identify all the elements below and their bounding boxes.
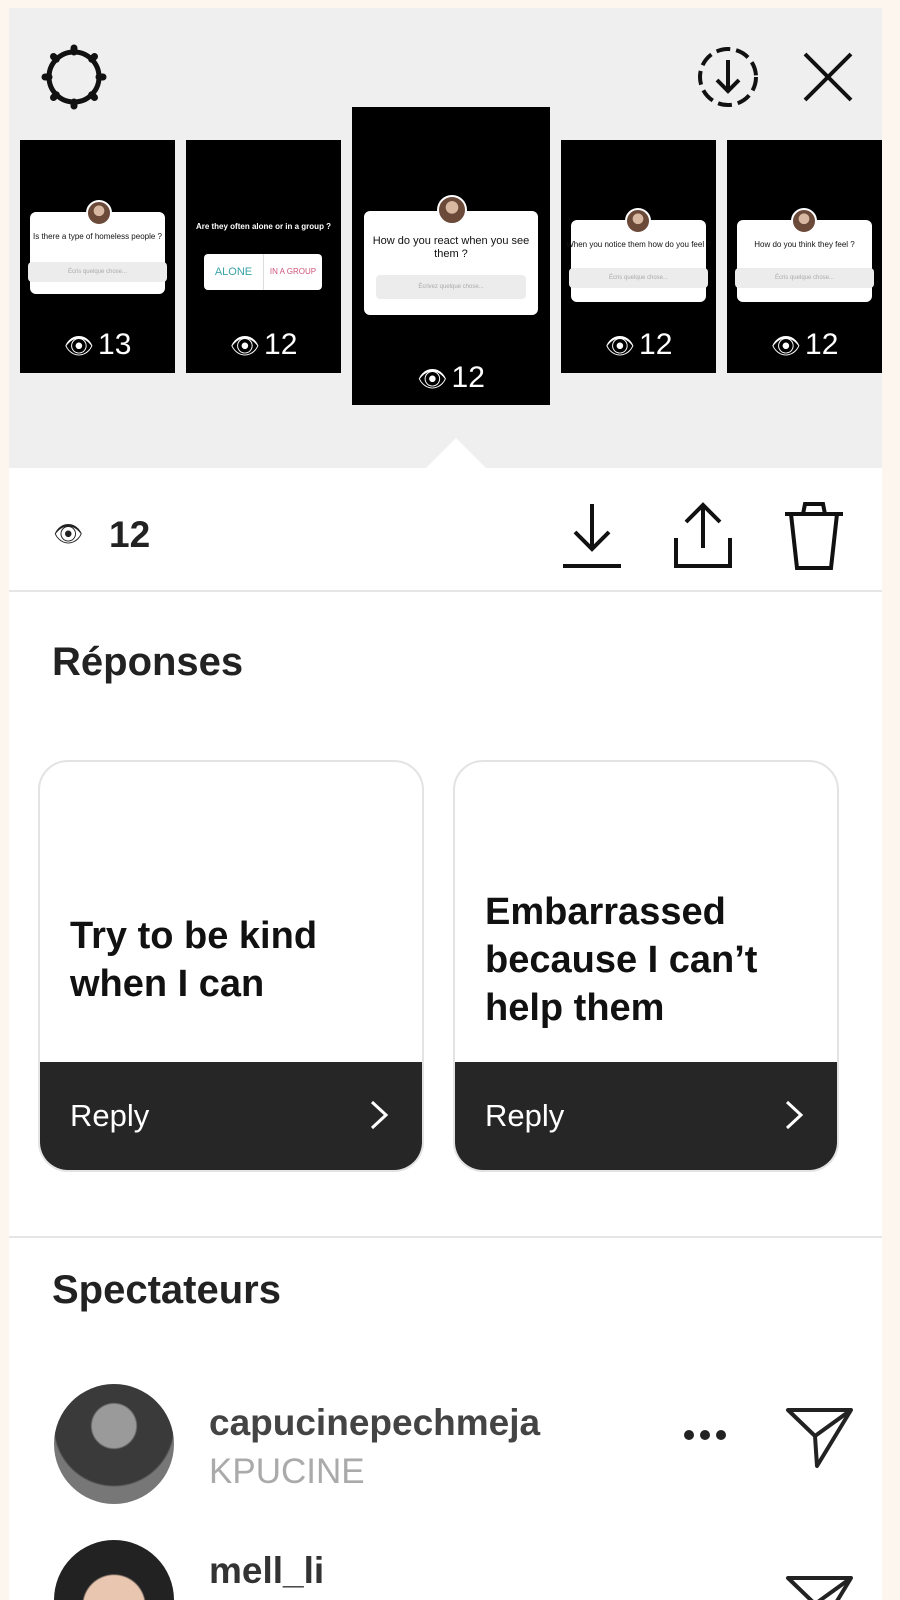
story-carousel-area: Is there a type of homeless people ? Écr… (9, 8, 882, 468)
response-text: Embarrassed because I can’t help them (485, 891, 758, 1029)
send-icon[interactable] (785, 1574, 855, 1600)
story-view-count: 👁 12 (417, 361, 485, 394)
story-toolbar: 👁 12 (9, 468, 882, 590)
viewer-row[interactable]: mell_li (9, 1540, 882, 1600)
story-thumbnail[interactable]: How do you think they feel ? Écris quelq… (727, 140, 882, 373)
reply-label: Reply (485, 1098, 565, 1133)
story-view-count: 👁 12 (604, 328, 673, 361)
reply-label: Reply (70, 1098, 150, 1133)
reply-field: Écris quelque chose... (28, 262, 167, 282)
story-thumbnail[interactable]: Is there a type of homeless people ? Écr… (20, 140, 175, 373)
divider (9, 1236, 882, 1238)
story-view-count: 👁 13 (63, 328, 132, 361)
gear-icon[interactable] (39, 42, 109, 112)
responses-title: Réponses (52, 640, 244, 684)
avatar (791, 208, 817, 234)
toolbar-view-count[interactable]: 12 (109, 514, 150, 556)
download-circle-icon[interactable] (695, 44, 761, 110)
reply-field: Écris quelque chose... (569, 268, 708, 288)
story-thumbnail[interactable]: When you notice them how do you feel ? É… (561, 140, 716, 373)
story-question: When you notice them how do you feel ? (566, 240, 711, 249)
response-card[interactable]: Embarrassed because I can’t help them Re… (453, 760, 839, 1172)
share-icon[interactable] (672, 502, 734, 572)
download-icon[interactable] (561, 502, 623, 570)
avatar (625, 208, 651, 234)
story-question: Is there a type of homeless people ? (33, 232, 162, 241)
eye-icon: 👁 (63, 333, 95, 360)
poll-option-alone: ALONE (204, 254, 264, 290)
viewer-username[interactable]: capucinepechmeja (209, 1402, 540, 1444)
question-card (364, 211, 538, 315)
avatar[interactable] (54, 1540, 174, 1600)
reply-field: Écris quelque chose... (735, 268, 874, 288)
avatar (86, 200, 112, 226)
poll-sticker: ALONE IN A GROUP (204, 254, 322, 290)
story-thumbnail-selected[interactable]: How do you react when you see them ? Écr… (352, 107, 550, 405)
divider (9, 590, 882, 592)
eye-icon: 👁 (770, 333, 802, 360)
avatar (437, 195, 467, 225)
poll-option-group: IN A GROUP (269, 267, 317, 276)
viewer-username[interactable]: mell_li (209, 1550, 324, 1592)
avatar[interactable] (54, 1384, 174, 1504)
send-icon[interactable] (785, 1406, 855, 1470)
close-icon[interactable] (801, 50, 855, 104)
story-thumbnail[interactable]: Are they often alone or in a group ? ALO… (186, 140, 341, 373)
viewers-title: Spectateurs (52, 1268, 281, 1312)
chevron-right-icon (370, 1100, 389, 1130)
response-card[interactable]: Try to be kind when I can Reply (38, 760, 424, 1172)
story-view-count: 👁 12 (229, 328, 298, 361)
story-question: How do you think they feel ? (754, 240, 855, 249)
reply-button[interactable]: Reply (40, 1062, 422, 1170)
more-options-icon[interactable] (683, 1428, 727, 1442)
story-view-count: 👁 12 (770, 328, 839, 361)
viewer-row[interactable]: capucinepechmeja KPUCINE (9, 1384, 882, 1514)
eye-icon: 👁 (604, 333, 636, 360)
story-question: How do you react when you see them ? (372, 235, 530, 260)
reply-field: Écrivez quelque chose... (376, 275, 526, 299)
story-viewer-screen: Is there a type of homeless people ? Écr… (9, 8, 882, 1600)
eye-icon: 👁 (417, 366, 448, 393)
eye-icon: 👁 (53, 521, 84, 548)
eye-icon: 👁 (229, 333, 261, 360)
story-question: Are they often alone or in a group ? (195, 222, 332, 231)
response-text: Try to be kind when I can (70, 915, 318, 1005)
trash-icon[interactable] (783, 500, 845, 572)
viewer-display-name: KPUCINE (209, 1452, 365, 1491)
selected-story-pointer (426, 438, 486, 468)
chevron-right-icon (785, 1100, 804, 1130)
reply-button[interactable]: Reply (455, 1062, 837, 1170)
